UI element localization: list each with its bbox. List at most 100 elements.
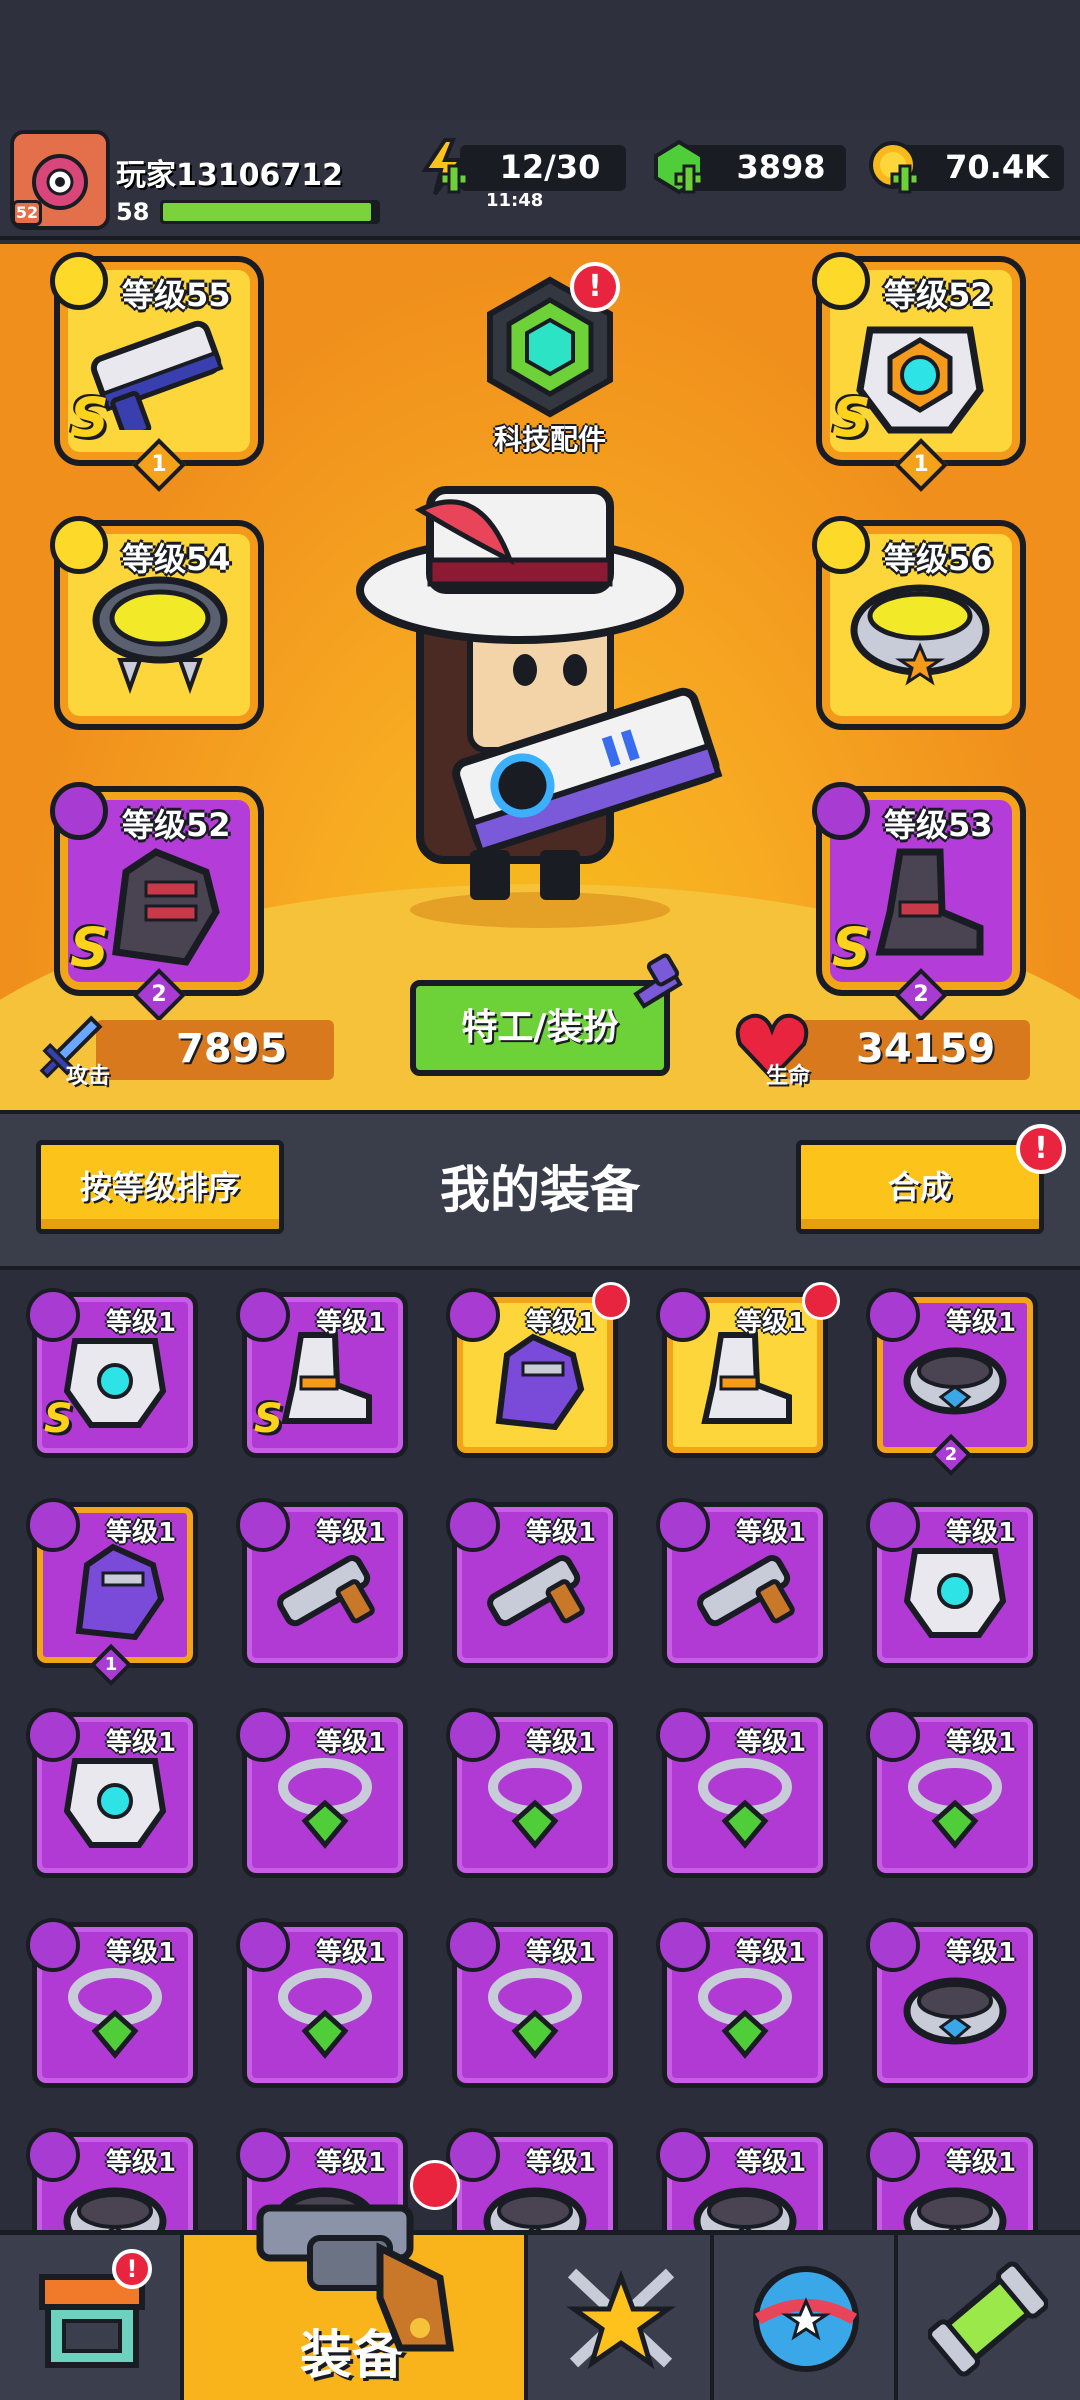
- belt-slot-level: 等级56: [884, 540, 993, 578]
- gloves-grade: S: [70, 916, 109, 979]
- player-level: 58: [116, 198, 150, 226]
- belt-icon: [850, 584, 990, 686]
- equipment-item-level: 等级1: [736, 1938, 807, 1968]
- hero-character: [356, 486, 723, 928]
- gems-count: 3898: [736, 148, 826, 186]
- equipment-item-level: 等级1: [316, 1308, 387, 1338]
- equipment-item-grade: S: [44, 1396, 73, 1442]
- equipment-item-level: 等级1: [946, 1518, 1017, 1548]
- boots-type-badge: [656, 1288, 710, 1342]
- necklace-type-badge: [26, 1918, 80, 1972]
- xp-bar-fill: [163, 203, 371, 221]
- equipment-item-level: 等级1: [316, 1728, 387, 1758]
- equipment-item-level: 等级1: [526, 2148, 597, 2178]
- weapon-stars: 1: [151, 452, 167, 477]
- necklace-type-icon: [50, 516, 108, 574]
- xp-bar: [160, 200, 380, 224]
- energy-bolt-icon[interactable]: [415, 138, 473, 196]
- armor-type-badge: [26, 1288, 80, 1342]
- equipment-item-level: 等级1: [316, 2148, 387, 2178]
- necklace-slot-level: 等级54: [122, 540, 231, 578]
- weapon-grade: S: [70, 386, 109, 449]
- equipment-item-level: 等级1: [736, 1308, 807, 1338]
- gloves-type-badge: [446, 1288, 500, 1342]
- armor-slot-level: 等级52: [884, 276, 993, 314]
- armor-icon: [63, 1338, 167, 1428]
- necklace-type-badge: [236, 1918, 290, 1972]
- belt-type-badge: [866, 2128, 920, 2182]
- player-name: 玩家13106712: [116, 158, 343, 193]
- hat-icon: [633, 953, 683, 1009]
- equipment-item-level: 等级1: [526, 1938, 597, 1968]
- equipment-item-level: 等级1: [316, 1518, 387, 1548]
- necklace-icon: [92, 576, 228, 694]
- gem-icon[interactable]: [650, 138, 708, 196]
- belt-type-badge: [866, 1288, 920, 1342]
- equipment-item-level: 等级1: [106, 1308, 177, 1338]
- necklace-type-badge: [236, 1708, 290, 1762]
- armor-grade: S: [832, 386, 871, 449]
- boots-icon: [701, 1332, 792, 1424]
- boots-icon: [875, 848, 984, 956]
- my-equipment-title: 我的装备: [440, 1161, 640, 1219]
- status-strip: [0, 0, 1080, 120]
- coin-icon[interactable]: [866, 138, 924, 196]
- health-value: 34159: [856, 1026, 996, 1072]
- dna-capsule-icon: [928, 2261, 1048, 2377]
- boots-grade: S: [832, 916, 871, 979]
- nav-tab-gacha[interactable]: [714, 2235, 898, 2400]
- nav-tab-shop[interactable]: !: [0, 2235, 184, 2400]
- armor-type-badge: [866, 1498, 920, 1552]
- necklace-icon: [488, 1968, 582, 2059]
- necklace-icon: [698, 1758, 792, 1849]
- gloves-type-badge: [26, 1498, 80, 1552]
- boots-stars: 2: [913, 982, 929, 1007]
- nav-tab-battle[interactable]: [528, 2235, 714, 2400]
- armor-type-badge: [26, 1708, 80, 1762]
- equipment-item-stars: 2: [944, 1444, 958, 1465]
- sort-by-level-button[interactable]: 按等级排序: [36, 1140, 284, 1234]
- weapon-type-icon: [50, 252, 108, 310]
- necklace-icon: [68, 1968, 162, 2059]
- equipment-item-level: 等级1: [106, 1518, 177, 1548]
- nav-tab-evolve[interactable]: [898, 2235, 1080, 2400]
- weapon-type-badge: [656, 1498, 710, 1552]
- equipment-item-level: 等级1: [946, 1308, 1017, 1338]
- weapon-icon: [277, 1555, 375, 1627]
- armor-icon: [903, 1548, 1007, 1638]
- shop-alert: !: [112, 2249, 152, 2289]
- equipment-grid: 等级1 S 等级1 S 等级1 等级1 等级1 2 等级1 1 等级1 等级1 等级1 等级1 等级1 等级1…: [0, 1270, 1080, 2230]
- energy-timer: 11:48: [486, 190, 544, 211]
- necklace-icon: [698, 1968, 792, 2059]
- merge-button[interactable]: 合成: [796, 1140, 1044, 1234]
- gloves-icon: [75, 1543, 165, 1641]
- equipment-item-level: 等级1: [526, 1518, 597, 1548]
- armor-icon: [63, 1758, 167, 1848]
- coins-count: 70.4K: [945, 148, 1049, 186]
- equipment-item-level: 等级1: [736, 2148, 807, 2178]
- equipment-item-level: 等级1: [316, 1938, 387, 1968]
- attack-label: 攻击: [66, 1064, 111, 1089]
- equipment-item-level: 等级1: [106, 2148, 177, 2178]
- star-ball-icon: [753, 2266, 859, 2372]
- gloves-icon: [495, 1333, 585, 1431]
- equipment-tab-badge: [410, 2160, 460, 2210]
- necklace-icon: [908, 1758, 1002, 1849]
- boots-slot-level: 等级53: [884, 806, 993, 844]
- merge-alert: !: [1016, 1124, 1066, 1174]
- belt-type-badge: [26, 2128, 80, 2182]
- gloves-slot-level: 等级52: [122, 806, 231, 844]
- weapon-type-badge: [446, 1498, 500, 1552]
- attack-value: 7895: [176, 1026, 288, 1072]
- necklace-icon: [278, 1968, 372, 2059]
- armor-type-icon: [812, 252, 870, 310]
- equipment-item-level: 等级1: [736, 1728, 807, 1758]
- equipment-item-level: 等级1: [106, 1938, 177, 1968]
- necklace-type-badge: [866, 1708, 920, 1762]
- belt-type-badge: [236, 2128, 290, 2182]
- belt-type-icon: [812, 516, 870, 574]
- belt-type-badge: [656, 2128, 710, 2182]
- gloves-stars: 2: [151, 982, 167, 1007]
- boots-type-icon: [812, 782, 870, 840]
- necklace-type-badge: [656, 1918, 710, 1972]
